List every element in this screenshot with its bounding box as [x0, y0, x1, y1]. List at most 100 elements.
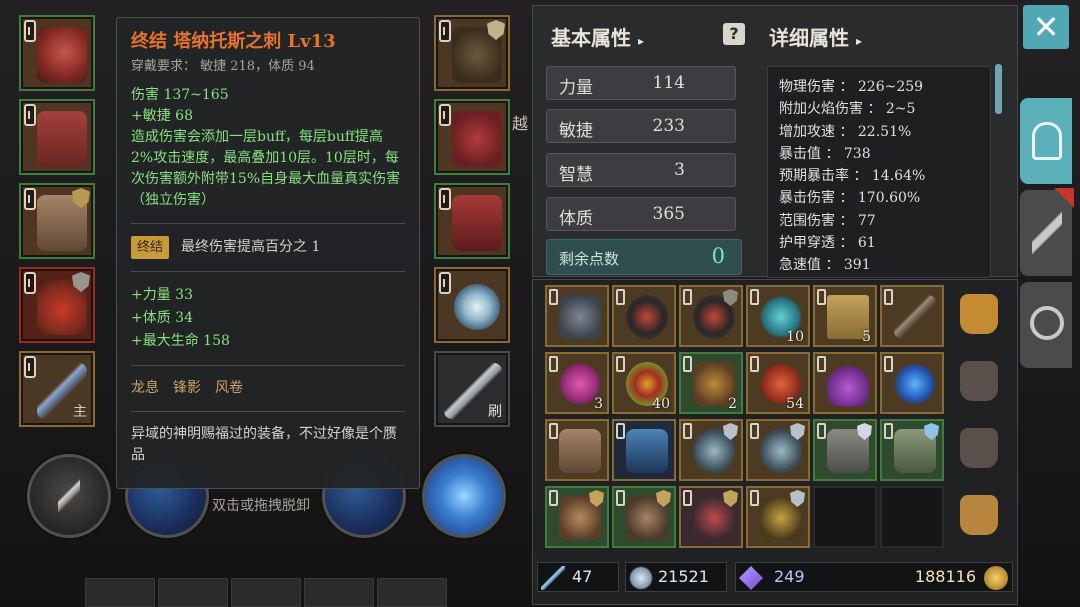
inventory-slot[interactable]	[880, 352, 944, 414]
purple-gem-icon	[739, 566, 763, 590]
inventory-slot[interactable]: 5	[813, 285, 877, 347]
lock-icon	[549, 423, 558, 439]
inventory-slot[interactable]	[679, 419, 743, 481]
affix-list: 龙息 锋影 风卷	[131, 378, 405, 399]
detail-attributes-header[interactable]: 详细属性 ▸	[769, 22, 862, 51]
inventory-slot[interactable]	[813, 419, 877, 481]
inventory-slot-empty[interactable]	[813, 486, 877, 548]
bag-slot-1[interactable]	[954, 286, 1004, 342]
equip-slot-cloak[interactable]	[19, 183, 95, 259]
equip-slot-amulet[interactable]	[19, 267, 95, 343]
bottom-tab[interactable]	[158, 578, 228, 607]
stat-value: 3	[674, 160, 685, 180]
currency-wands: 47	[537, 562, 619, 592]
inventory-slot[interactable]	[880, 419, 944, 481]
item-requirement: 穿戴要求： 敏捷 218，体质 94	[131, 59, 315, 74]
stat-label: 力量	[559, 78, 593, 98]
inventory-slot[interactable]	[679, 285, 743, 347]
detail-attributes-list[interactable]: 物理伤害 ： 226~259 附加火焰伤害 ： 2~5 增加攻速 ： 22.51…	[767, 66, 991, 278]
tab-settings[interactable]	[1020, 282, 1072, 368]
inventory-slot[interactable]: 3	[545, 352, 609, 414]
attributes-panel: 基本属性 ▸ ? 详细属性 ▸ 力量 114 敏捷 233 智慧 3 体质 36…	[532, 5, 1018, 278]
inventory-slot-empty[interactable]	[880, 486, 944, 548]
detail-line: 范围伤害 ： 77	[779, 212, 876, 229]
item-description: 异域的神明赐福过的装备，不过好像是个赝品	[131, 426, 397, 463]
bag-icon	[960, 495, 998, 535]
equip-slot-gloves[interactable]	[434, 15, 510, 91]
helmet-tab-icon	[1032, 122, 1062, 160]
help-icon[interactable]: ?	[723, 23, 745, 45]
stat-line: 造成伤害会添加一层buff，每层buff提高2%攻击速度，最高叠加10层。10层…	[131, 129, 401, 208]
boots-icon	[452, 195, 502, 251]
inventory-slot[interactable]	[813, 352, 877, 414]
gold-coin-icon	[984, 566, 1008, 590]
inventory-slot[interactable]: 10	[746, 285, 810, 347]
stat-label: 敏捷	[559, 121, 593, 141]
lock-icon	[439, 188, 451, 210]
bottom-tab[interactable]	[85, 578, 155, 607]
item-count: 10	[786, 329, 804, 345]
equip-slot-ring[interactable]	[434, 267, 510, 343]
tab-skills[interactable]	[1020, 188, 1074, 276]
magic-orb-icon	[894, 362, 936, 406]
main-weapon-tag: 主	[73, 404, 87, 420]
bag-slot-3[interactable]	[954, 420, 1004, 476]
basic-attributes-title: 基本属性	[551, 26, 631, 50]
lock-icon	[24, 356, 36, 378]
skill-slot-4[interactable]	[422, 454, 506, 538]
bottom-tab[interactable]	[231, 578, 301, 607]
equip-slot-brush-weapon[interactable]: 刷	[434, 351, 510, 427]
stat-line: 伤害 137~165	[131, 87, 229, 103]
detail-scrollbar[interactable]	[995, 64, 1002, 276]
bag-slot-2[interactable]	[954, 353, 1004, 409]
inventory-slot[interactable]	[612, 419, 676, 481]
currency-bar: 47 21521 249 188116	[535, 562, 1015, 594]
inventory-slot[interactable]	[746, 486, 810, 548]
bag-icon	[960, 294, 998, 334]
currency-crystal: 21521	[625, 562, 727, 592]
equip-slot-main-weapon[interactable]: 主	[19, 351, 95, 427]
equip-slot-boots[interactable]	[434, 183, 510, 259]
brush-weapon-tag: 刷	[488, 404, 502, 420]
equip-slot-bracers[interactable]	[434, 99, 510, 175]
lock-icon	[683, 490, 692, 506]
inventory-slot[interactable]	[545, 419, 609, 481]
lock-icon	[683, 289, 692, 305]
item-count: 54	[786, 396, 804, 412]
inventory-slot[interactable]	[880, 285, 944, 347]
dropdown-icon: ▸	[637, 34, 644, 48]
lock-icon	[817, 423, 826, 439]
equip-slot-armor[interactable]	[19, 99, 95, 175]
bottom-tab[interactable]	[304, 578, 374, 607]
lock-icon	[750, 356, 759, 372]
crystal-icon	[629, 566, 653, 590]
equip-slot-helmet[interactable]	[19, 15, 95, 91]
cloak-icon	[559, 429, 601, 473]
skill-dagger[interactable]	[27, 454, 111, 538]
lock-icon	[549, 289, 558, 305]
close-button[interactable]: ✕	[1023, 5, 1069, 49]
inventory-slot[interactable]	[545, 486, 609, 548]
inventory-slot[interactable]	[612, 285, 676, 347]
inventory-slot[interactable]	[612, 486, 676, 548]
scrollbar-thumb[interactable]	[995, 64, 1002, 114]
spear-icon	[894, 295, 936, 339]
detail-line: 急速值 ： 391	[779, 257, 871, 274]
inventory-slot[interactable]: 40	[612, 352, 676, 414]
lock-icon	[817, 289, 826, 305]
inventory-slot[interactable]	[545, 285, 609, 347]
stat-line: +敏捷 68	[131, 108, 193, 124]
inventory-slot[interactable]	[679, 486, 743, 548]
drag-unequip-hint: 双击或拖拽脱卸	[212, 498, 310, 514]
bag-slot-4[interactable]	[954, 487, 1004, 543]
dropdown-icon: ▸	[855, 34, 862, 48]
inventory-slot[interactable]: 54	[746, 352, 810, 414]
tab-equipment[interactable]	[1020, 98, 1072, 184]
lock-icon	[884, 289, 893, 305]
inventory-slot[interactable]: 2	[679, 352, 743, 414]
currency-value: 249	[774, 567, 805, 586]
inventory-panel: 10 5 3 40 2 54 47 21521 249 188116	[532, 279, 1018, 605]
bottom-tab[interactable]	[377, 578, 447, 607]
inventory-slot[interactable]	[746, 419, 810, 481]
basic-attributes-header[interactable]: 基本属性 ▸	[551, 22, 644, 51]
